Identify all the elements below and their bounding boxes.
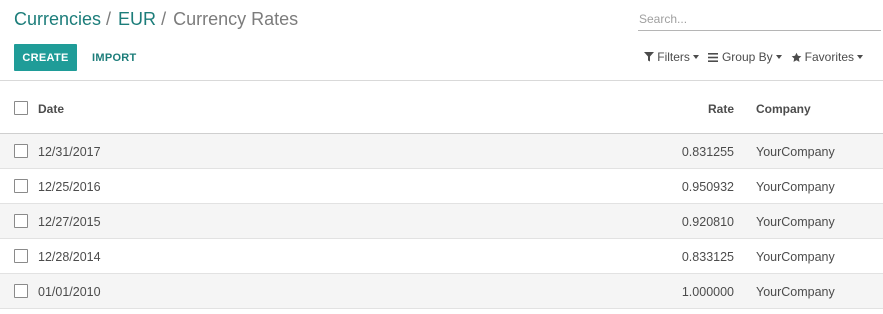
column-header-date[interactable]: Date bbox=[38, 102, 64, 116]
cell-company: YourCompany bbox=[756, 250, 835, 264]
table-row[interactable]: 12/27/2015 0.920810 YourCompany bbox=[0, 204, 883, 239]
breadcrumb-eur[interactable]: EUR bbox=[118, 9, 156, 30]
search-box bbox=[638, 9, 881, 31]
chevron-down-icon bbox=[775, 55, 782, 59]
create-button[interactable]: CREATE bbox=[14, 44, 77, 71]
search-options: Filters Group By Favorites bbox=[643, 50, 863, 64]
page-title: Currency Rates bbox=[173, 9, 299, 29]
row-checkbox[interactable] bbox=[14, 214, 28, 228]
list-icon bbox=[708, 52, 719, 62]
breadcrumb-separator: / bbox=[161, 9, 167, 29]
select-all-checkbox[interactable] bbox=[14, 101, 28, 115]
star-icon bbox=[791, 52, 802, 63]
column-header-company[interactable]: Company bbox=[756, 102, 811, 116]
filter-icon bbox=[643, 52, 654, 62]
control-panel: Currencies / EUR / Currency Rates CREATE… bbox=[0, 0, 883, 81]
cell-company: YourCompany bbox=[756, 180, 835, 194]
cell-rate: 0.831255 bbox=[681, 145, 734, 159]
cell-date: 12/25/2016 bbox=[38, 180, 101, 194]
import-button[interactable]: IMPORT bbox=[86, 44, 143, 71]
cell-company: YourCompany bbox=[756, 145, 835, 159]
cell-date: 12/28/2014 bbox=[38, 250, 101, 264]
table-row[interactable]: 12/31/2017 0.831255 YourCompany bbox=[0, 134, 883, 169]
cell-date: 12/27/2015 bbox=[38, 215, 101, 229]
cell-date: 12/31/2017 bbox=[38, 145, 101, 159]
cell-rate: 0.950932 bbox=[681, 180, 734, 194]
cell-rate: 0.833125 bbox=[681, 250, 734, 264]
cell-company: YourCompany bbox=[756, 285, 835, 299]
favorites-label: Favorites bbox=[804, 50, 854, 64]
search-input[interactable] bbox=[638, 9, 881, 29]
cell-rate: 0.920810 bbox=[681, 215, 734, 229]
row-checkbox[interactable] bbox=[14, 249, 28, 263]
breadcrumb: Currencies / EUR / Currency Rates bbox=[14, 9, 298, 30]
filters-dropdown[interactable]: Filters bbox=[643, 50, 699, 64]
breadcrumb-currencies[interactable]: Currencies bbox=[14, 9, 101, 30]
breadcrumb-separator: / bbox=[106, 9, 112, 29]
chevron-down-icon bbox=[692, 55, 699, 59]
row-checkbox[interactable] bbox=[14, 284, 28, 298]
table-header: Date Rate Company bbox=[0, 82, 883, 134]
group-by-label: Group By bbox=[721, 50, 773, 64]
cell-company: YourCompany bbox=[756, 215, 835, 229]
currency-rates-table: Date Rate Company 12/31/2017 0.831255 Yo… bbox=[0, 82, 883, 309]
cell-rate: 1.000000 bbox=[681, 285, 734, 299]
filters-label: Filters bbox=[657, 50, 690, 64]
table-row[interactable]: 01/01/2010 1.000000 YourCompany bbox=[0, 274, 883, 309]
row-checkbox[interactable] bbox=[14, 144, 28, 158]
table-row[interactable]: 12/25/2016 0.950932 YourCompany bbox=[0, 169, 883, 204]
favorites-dropdown[interactable]: Favorites bbox=[791, 50, 863, 64]
group-by-dropdown[interactable]: Group By bbox=[708, 50, 782, 64]
row-checkbox[interactable] bbox=[14, 179, 28, 193]
cell-date: 01/01/2010 bbox=[38, 285, 101, 299]
column-header-rate[interactable]: Rate bbox=[708, 102, 734, 116]
chevron-down-icon bbox=[857, 55, 863, 59]
table-row[interactable]: 12/28/2014 0.833125 YourCompany bbox=[0, 239, 883, 274]
